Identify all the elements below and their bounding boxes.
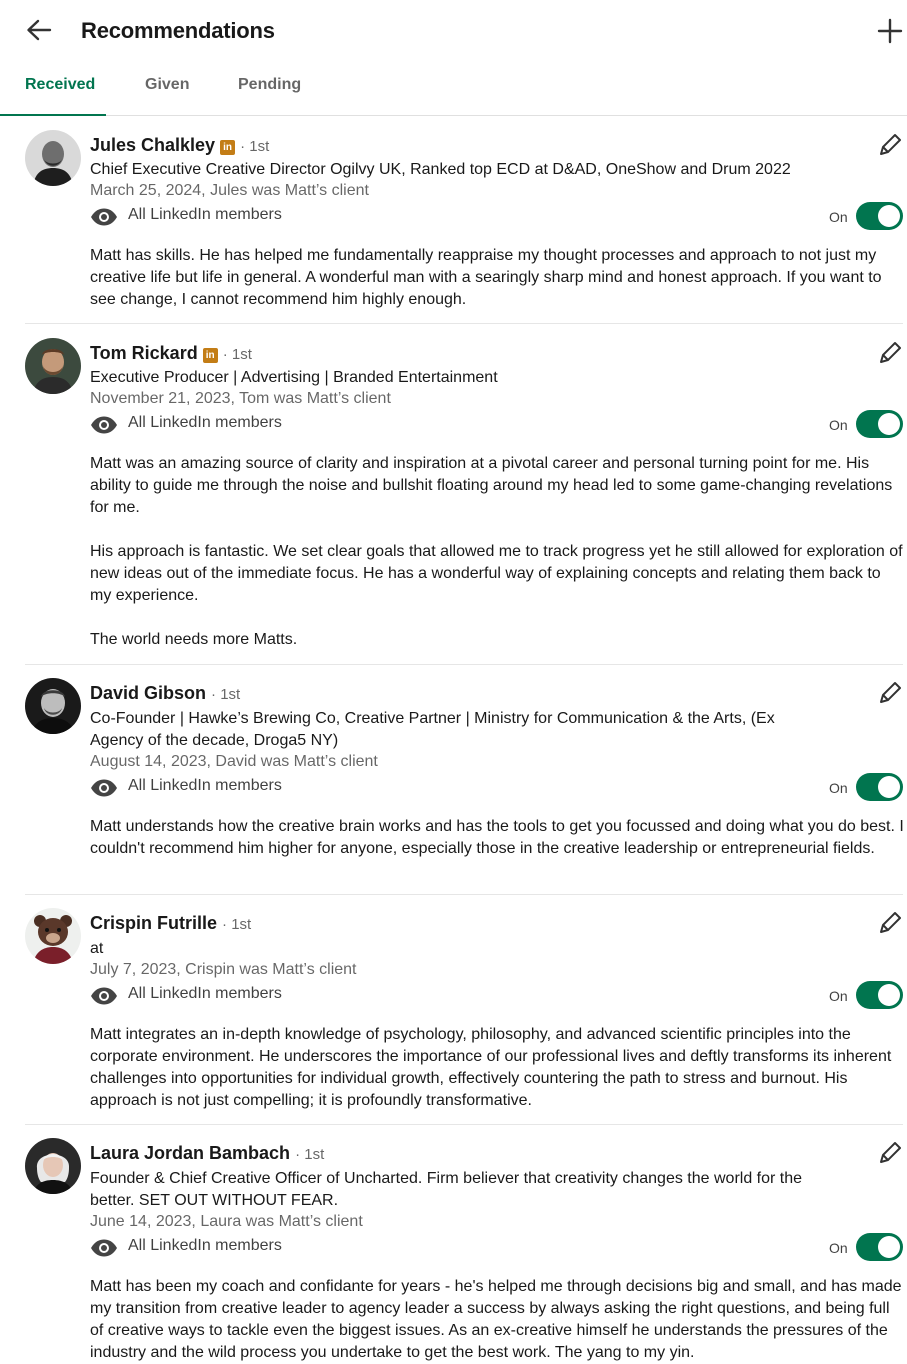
- recommendation-meta: March 25, 2024, Jules was Matt’s client: [90, 182, 369, 199]
- avatar: [25, 338, 81, 394]
- recommender-name[interactable]: David Gibson: [90, 683, 206, 703]
- tab-given-label: Given: [145, 76, 190, 93]
- toggle-knob: [878, 205, 900, 227]
- toggle-state-label: On: [829, 417, 848, 433]
- toggle-state-label: On: [829, 988, 848, 1004]
- edit-button[interactable]: [876, 339, 904, 367]
- eye-icon: [91, 779, 117, 797]
- toggle-state-label: On: [829, 1240, 848, 1256]
- pencil-icon: [880, 342, 901, 363]
- divider: [25, 664, 903, 665]
- recommendation-tabs: Received Given Pending: [0, 64, 907, 116]
- recommendation-text: Matt has skills. He has helped me fundam…: [90, 245, 904, 311]
- show-on-profile-toggle[interactable]: [856, 202, 903, 230]
- eye-icon: [91, 987, 117, 1005]
- recommendation-text: Matt has been my coach and confidante fo…: [90, 1276, 904, 1364]
- divider: [25, 1124, 903, 1125]
- avatar: [25, 1138, 81, 1194]
- recommendation-meta: June 14, 2023, Laura was Matt’s client: [90, 1213, 363, 1230]
- recommendation-paragraph: Matt has skills. He has helped me fundam…: [90, 247, 882, 308]
- tab-received[interactable]: Received: [25, 76, 95, 116]
- tab-pending[interactable]: Pending: [238, 76, 301, 116]
- active-tab-indicator: [0, 114, 106, 116]
- visibility-label: All LinkedIn members: [128, 985, 282, 1002]
- toggle-knob: [878, 413, 900, 435]
- recommender-headline: at: [90, 940, 104, 957]
- pencil-icon: [880, 1142, 901, 1163]
- show-on-profile-toggle[interactable]: [856, 410, 903, 438]
- connection-degree: · 1st: [222, 346, 252, 363]
- tab-received-label: Received: [25, 76, 96, 93]
- edit-button[interactable]: [876, 909, 904, 937]
- recommender-name[interactable]: Laura Jordan Bambach: [90, 1143, 290, 1163]
- connection-degree: · 1st: [240, 138, 270, 155]
- recommender-name[interactable]: Crispin Futrille: [90, 913, 217, 933]
- recommender-headline: Executive Producer | Advertising | Brand…: [90, 369, 498, 386]
- recommender-headline: Co-Founder | Hawke’s Brewing Co, Creativ…: [90, 710, 775, 749]
- recommendation-paragraph: Matt was an amazing source of clarity an…: [90, 455, 893, 516]
- pencil-icon: [880, 682, 901, 703]
- recommendation-text: Matt understands how the creative brain …: [90, 816, 904, 860]
- show-on-profile-toggle[interactable]: [856, 981, 903, 1009]
- avatar: [25, 130, 81, 186]
- recommendation-meta: July 7, 2023, Crispin was Matt’s client: [90, 961, 357, 978]
- pencil-icon: [880, 912, 901, 933]
- plus-icon: [877, 18, 903, 44]
- eye-icon: [91, 416, 117, 434]
- recommender-name[interactable]: Tom Rickard: [90, 343, 198, 363]
- eye-icon: [91, 1239, 117, 1257]
- show-on-profile-toggle[interactable]: [856, 773, 903, 801]
- page-title: Recommendations: [81, 18, 275, 43]
- recommender-name-line: Tom Rickard in · 1st: [90, 343, 252, 364]
- linkedin-badge-icon: in: [220, 140, 236, 155]
- recommender-name[interactable]: Jules Chalkley: [90, 135, 215, 155]
- pencil-icon: [880, 134, 901, 155]
- avatar: [25, 678, 81, 734]
- recommendation-paragraph: Matt understands how the creative brain …: [90, 818, 904, 857]
- visibility-label: All LinkedIn members: [128, 414, 282, 431]
- recommendation-paragraph: His approach is fantastic. We set clear …: [90, 543, 903, 604]
- visibility-label: All LinkedIn members: [128, 1237, 282, 1254]
- linkedin-badge-icon: in: [202, 348, 218, 363]
- connection-degree: · 1st: [295, 1146, 325, 1163]
- visibility-label: All LinkedIn members: [128, 777, 282, 794]
- divider: [25, 323, 903, 324]
- recommendation-paragraph: Matt has been my coach and confidante fo…: [90, 1278, 902, 1361]
- recommendation-text: Matt integrates an in-depth knowledge of…: [90, 1024, 904, 1112]
- recommendation-paragraph: The world needs more Matts.: [90, 631, 298, 648]
- recommender-name-line: Crispin Futrille · 1st: [90, 913, 251, 934]
- edit-button[interactable]: [876, 679, 904, 707]
- recommendation-meta: November 21, 2023, Tom was Matt’s client: [90, 390, 391, 407]
- recommender-headline: Chief Executive Creative Director Ogilvy…: [90, 161, 791, 178]
- recommendation-text: Matt was an amazing source of clarity an…: [90, 453, 904, 651]
- avatar: [25, 908, 81, 964]
- recommendation-meta: August 14, 2023, David was Matt’s client: [90, 753, 378, 770]
- recommender-name-line: David Gibson · 1st: [90, 683, 240, 704]
- connection-degree: · 1st: [222, 916, 252, 933]
- tab-given[interactable]: Given: [145, 76, 189, 116]
- toggle-state-label: On: [829, 209, 848, 225]
- tab-pending-label: Pending: [238, 76, 302, 93]
- recommendation-paragraph: Matt integrates an in-depth knowledge of…: [90, 1026, 892, 1109]
- edit-button[interactable]: [876, 1139, 904, 1167]
- show-on-profile-toggle[interactable]: [856, 1233, 903, 1261]
- recommender-headline: Founder & Chief Creative Officer of Unch…: [90, 1170, 803, 1209]
- recommender-name-line: Jules Chalkley in · 1st: [90, 135, 269, 156]
- divider: [25, 894, 903, 895]
- toggle-state-label: On: [829, 780, 848, 796]
- toggle-knob: [878, 984, 900, 1006]
- recommender-name-line: Laura Jordan Bambach · 1st: [90, 1143, 324, 1164]
- toggle-knob: [878, 776, 900, 798]
- visibility-label: All LinkedIn members: [128, 206, 282, 223]
- connection-degree: · 1st: [211, 686, 241, 703]
- page-header: Recommendations: [0, 0, 907, 64]
- arrow-left-icon: [27, 19, 52, 41]
- edit-button[interactable]: [876, 131, 904, 159]
- toggle-knob: [878, 1236, 900, 1258]
- add-recommendation-button[interactable]: [873, 14, 907, 48]
- back-button[interactable]: [22, 14, 56, 48]
- eye-icon: [91, 208, 117, 226]
